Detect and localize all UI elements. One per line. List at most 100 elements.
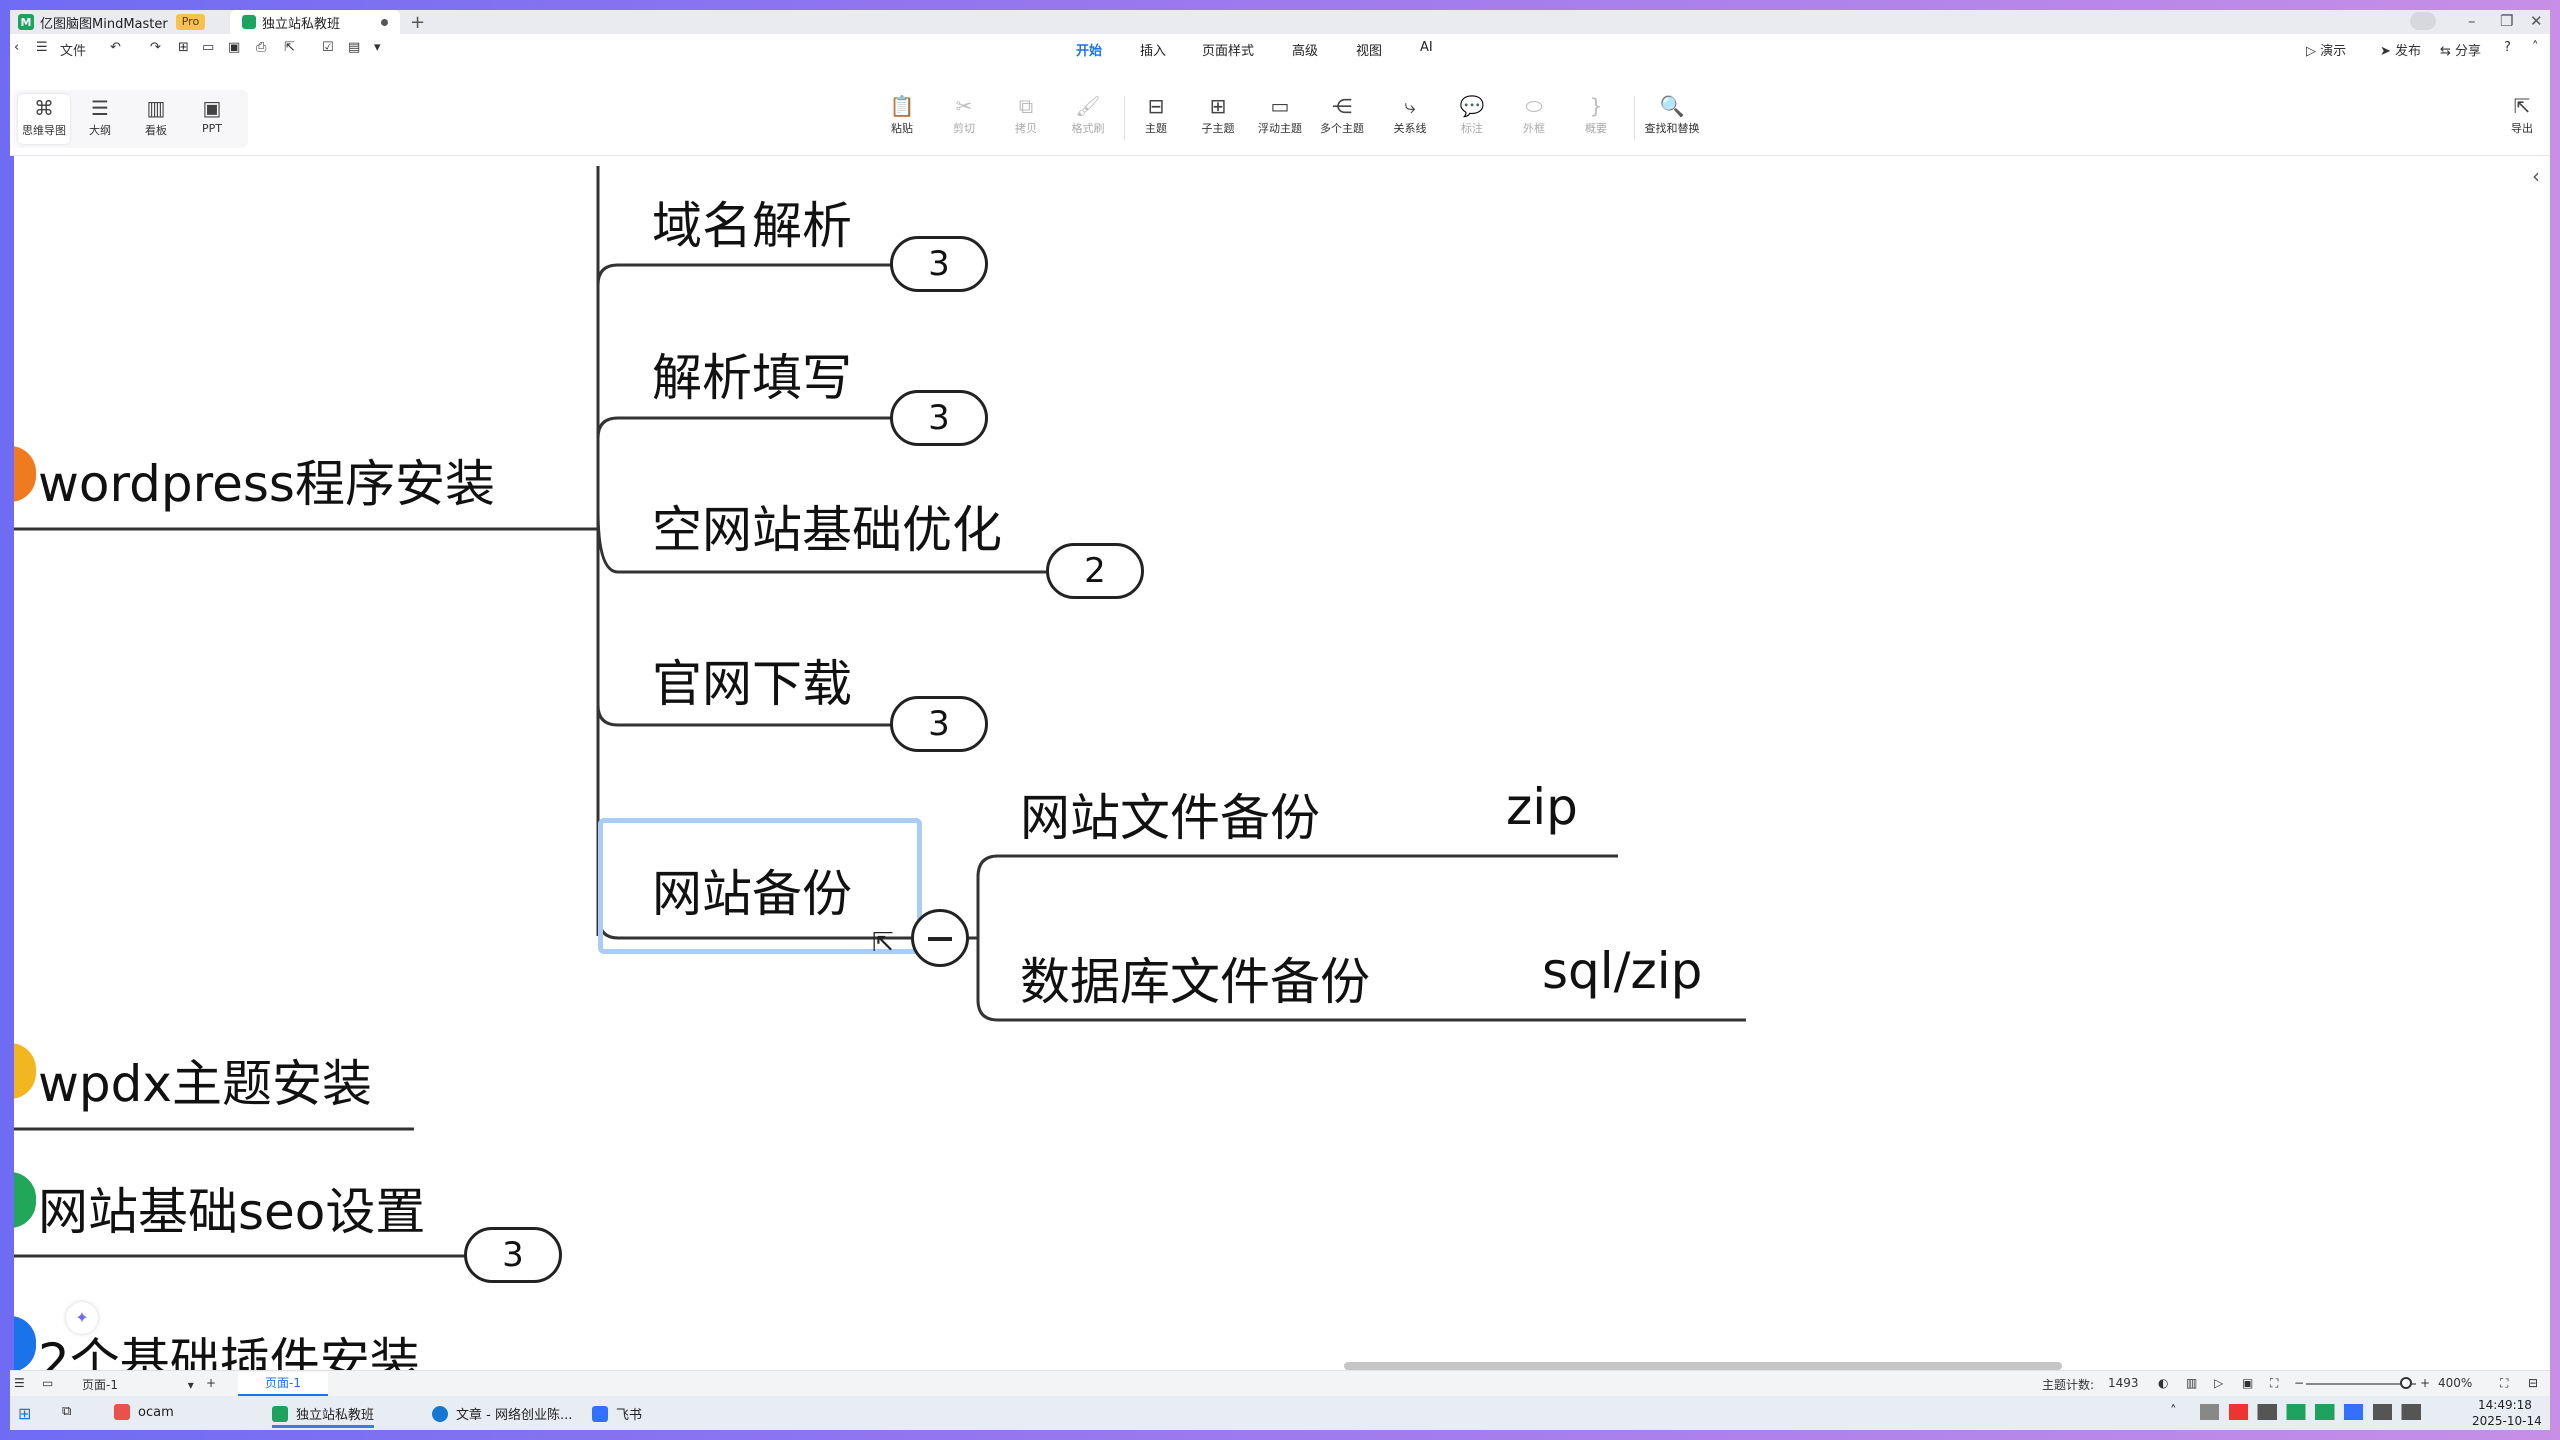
find-replace-button[interactable]: 🔍 查找和替换 xyxy=(1642,92,1702,148)
windows-start-icon[interactable]: ⊞ xyxy=(18,1404,31,1423)
help-icon[interactable]: ? xyxy=(2504,40,2511,55)
new-tab-plus-icon[interactable]: + xyxy=(410,12,425,33)
tray-chevron-icon[interactable]: ˄ xyxy=(2170,1404,2177,1419)
main-topic-plugins[interactable]: 2个基础插件安装 xyxy=(38,1322,420,1370)
page-tab-active[interactable]: 页面-1 xyxy=(238,1372,328,1396)
taskbar-item-ocam[interactable]: ocam xyxy=(114,1404,174,1420)
zoom-in-icon[interactable]: + xyxy=(2420,1376,2430,1390)
multiple-topics-button[interactable]: ⋲ 多个主题 xyxy=(1312,92,1372,148)
view-kanban-button[interactable]: ▥ 看板 xyxy=(130,94,182,144)
copy-button[interactable]: ⧉ 拷贝 xyxy=(996,92,1056,148)
paste-button[interactable]: 📋 粘贴 xyxy=(872,92,932,148)
hamburger-menu-icon[interactable]: ☰ xyxy=(36,40,48,55)
title-bar: M 亿图脑图MindMaster Pro 独立站私教班 + – ❐ ✕ xyxy=(10,10,2550,34)
tab-start[interactable]: 开始 xyxy=(1076,40,1103,65)
checkbox-icon[interactable]: ☑ xyxy=(322,40,334,55)
callout-button[interactable]: 💬 标注 xyxy=(1442,92,1502,148)
floating-topic-button[interactable]: ▭ 浮动主题 xyxy=(1250,92,1310,148)
restore-icon[interactable]: ❐ xyxy=(2500,12,2513,30)
collapsed-count-badge[interactable]: 3 xyxy=(464,1227,562,1283)
subtopic-official-download[interactable]: 官网下载 xyxy=(652,644,852,716)
clock-time[interactable]: 14:49:18 xyxy=(2478,1398,2532,1412)
collapsed-count-badge[interactable]: 3 xyxy=(890,390,988,446)
account-avatar-icon[interactable] xyxy=(2410,12,2436,30)
tab-view[interactable]: 视图 xyxy=(1356,40,1382,59)
export-quick-icon[interactable]: ⇱ xyxy=(284,40,295,55)
topic-button[interactable]: ⊟ 主题 xyxy=(1126,92,1186,148)
play-icon[interactable]: ▷ xyxy=(2214,1376,2223,1390)
redo-icon[interactable]: ↷ xyxy=(150,40,161,55)
export-icon: ⇱ xyxy=(2513,94,2531,118)
subtopic-dns-fill[interactable]: 解析填写 xyxy=(652,338,852,410)
child-site-files-backup[interactable]: 网站文件备份 xyxy=(1020,778,1320,850)
collapse-toggle-icon[interactable] xyxy=(911,909,969,967)
fullscreen-icon[interactable]: ⛶ xyxy=(2500,1376,2508,1391)
undo-icon[interactable]: ↶ xyxy=(110,40,121,55)
view-outline-button[interactable]: ☰ 大纲 xyxy=(74,94,126,144)
main-topic-wpdx-theme[interactable]: wpdx主题安装 xyxy=(38,1044,372,1116)
taskbar-item-browser[interactable]: 文章 - 网络创业陈... xyxy=(432,1404,572,1423)
tab-ai[interactable]: AI xyxy=(1420,40,1433,55)
subtopic-basic-optimization[interactable]: 空网站基础优化 xyxy=(652,490,1002,562)
zoom-level[interactable]: 400% xyxy=(2438,1376,2472,1390)
main-topic-seo-settings[interactable]: 网站基础seo设置 xyxy=(38,1172,425,1244)
document-tab[interactable]: 独立站私教班 xyxy=(230,10,400,34)
template-icon[interactable]: ▤ xyxy=(348,40,360,55)
new-file-icon[interactable]: ⊞ xyxy=(178,40,189,55)
ai-assistant-icon[interactable]: ✦ xyxy=(66,1302,98,1334)
tab-page-style[interactable]: 页面样式 xyxy=(1202,40,1254,59)
view-mindmap-button[interactable]: ⌘ 思维导图 xyxy=(18,94,70,144)
collapsed-count-badge[interactable]: 3 xyxy=(890,696,988,752)
panel-icon[interactable]: ⊟ xyxy=(2528,1376,2538,1390)
page-view-icon[interactable]: ▭ xyxy=(42,1376,53,1390)
sidebar-toggle-icon[interactable]: ☰ xyxy=(14,1376,25,1390)
add-page-icon[interactable]: + xyxy=(206,1376,216,1390)
fullscreen-fit-icon[interactable]: ⛶ xyxy=(2270,1376,2278,1391)
taskbar-item-feishu[interactable]: 飞书 xyxy=(592,1404,642,1423)
minimize-icon[interactable]: – xyxy=(2468,12,2476,30)
collapse-ribbon-icon[interactable]: ˄ xyxy=(2532,40,2539,55)
subtopic-domain-resolution[interactable]: 域名解析 xyxy=(652,186,852,258)
page-select[interactable]: 页面-1 ▾ xyxy=(82,1376,194,1393)
system-tray-icons[interactable] xyxy=(2200,1404,2440,1420)
relationship-button[interactable]: ⤷ 关系线 xyxy=(1380,92,1440,148)
file-menu[interactable]: 文件 xyxy=(60,40,86,59)
horizontal-scrollbar[interactable] xyxy=(1344,1362,2062,1370)
open-folder-icon[interactable]: ▭ xyxy=(202,40,214,55)
tab-advanced[interactable]: 高级 xyxy=(1292,40,1318,59)
publish-button[interactable]: ➤ 发布 xyxy=(2380,40,2421,59)
format-painter-button[interactable]: 🖌 格式刷 xyxy=(1058,92,1118,148)
subtopic-button[interactable]: ⊞ 子主题 xyxy=(1188,92,1248,148)
print-icon[interactable]: ⎙ xyxy=(256,40,266,55)
collapsed-count-badge[interactable]: 2 xyxy=(1046,543,1144,599)
cut-button[interactable]: ✂ 剪切 xyxy=(934,92,994,148)
export-button[interactable]: ⇱ 导出 xyxy=(2500,92,2544,148)
share-button[interactable]: ⇆ 分享 xyxy=(2440,40,2481,59)
theme-icon[interactable]: ◐ xyxy=(2158,1376,2168,1390)
book-icon[interactable]: ▥ xyxy=(2186,1376,2197,1390)
close-icon[interactable]: ✕ xyxy=(2530,12,2543,30)
clock-date[interactable]: 2025-10-14 xyxy=(2472,1414,2542,1428)
zoom-out-icon[interactable]: − xyxy=(2294,1376,2304,1390)
app-tab[interactable]: M 亿图脑图MindMaster Pro xyxy=(18,10,206,34)
tab-insert[interactable]: 插入 xyxy=(1140,40,1166,59)
fit-page-icon[interactable]: ▣ xyxy=(2242,1376,2253,1390)
view-ppt-button[interactable]: ▣ PPT xyxy=(186,94,238,144)
main-topic-wordpress-install[interactable]: wordpress程序安装 xyxy=(38,444,495,516)
zoom-slider-thumb[interactable] xyxy=(2400,1377,2412,1389)
present-button[interactable]: ▷ 演示 xyxy=(2306,40,2346,59)
task-view-icon[interactable]: ⧉ xyxy=(62,1404,71,1419)
summary-button[interactable]: } 概要 xyxy=(1566,92,1626,148)
taskbar-item-mindmaster[interactable]: 独立站私教班 xyxy=(272,1404,375,1428)
back-arrow-icon[interactable]: ‹ xyxy=(14,40,19,55)
side-panel-toggle-icon[interactable]: ‹ xyxy=(2532,164,2550,204)
mindmap-canvas[interactable]: wordpress程序安装 wpdx主题安装 网站基础seo设置 3 2个基础插… xyxy=(10,156,2550,1370)
boundary-button[interactable]: ⬭ 外框 xyxy=(1504,92,1564,148)
ribbon-divider xyxy=(1124,96,1125,140)
child-database-backup[interactable]: 数据库文件备份 xyxy=(1020,942,1370,1014)
save-icon[interactable]: ▣ xyxy=(228,40,240,55)
boundary-label: 外框 xyxy=(1523,122,1545,135)
collapsed-count-badge[interactable]: 3 xyxy=(890,236,988,292)
more-quick-icon[interactable]: ▾ xyxy=(374,40,381,55)
subtopic-site-backup[interactable]: 网站备份 xyxy=(652,854,852,926)
